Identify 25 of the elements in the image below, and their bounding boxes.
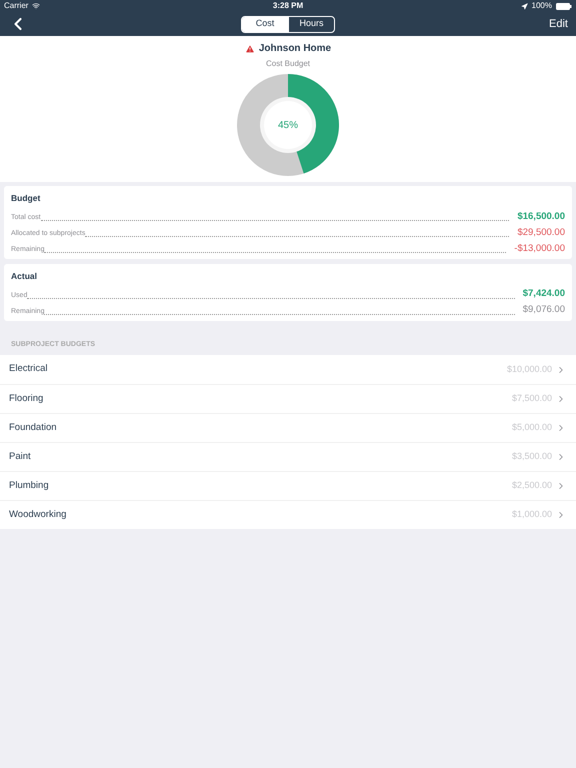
subproject-name: Woodworking: [9, 508, 68, 522]
amount: $7,424.00: [522, 287, 565, 302]
subtitle: Cost Budget: [266, 58, 310, 70]
battery-label: 100%: [532, 0, 552, 12]
clock: 3:28 PM: [272, 0, 304, 12]
segment-tab[interactable]: Hours: [288, 16, 334, 32]
edit-button[interactable]: Edit: [508, 16, 568, 32]
amount: -$13,000.00: [514, 242, 565, 256]
amount: $29,500.00: [517, 226, 565, 240]
subproject-name: Electrical: [9, 362, 49, 376]
wifi-icon: [32, 2, 40, 10]
subproject-name: Flooring: [9, 392, 44, 406]
carrier-label: Carrier: [4, 0, 28, 12]
amount: $9,076.00: [522, 303, 565, 318]
amount: $16,500.00: [517, 210, 565, 224]
project-title: Johnson Home: [258, 42, 332, 56]
card-title: Actual: [11, 270, 38, 282]
subproject-name: Plumbing: [9, 478, 50, 493]
location-icon: [520, 2, 528, 10]
percent-reading: 45%: [276, 119, 299, 133]
subproject-name: Paint: [9, 450, 32, 464]
card-title: Budget: [11, 192, 42, 205]
battery-icon: [556, 2, 572, 10]
subproject-name: Foundation: [9, 420, 58, 435]
segment-tab[interactable]: Cost: [242, 16, 288, 32]
